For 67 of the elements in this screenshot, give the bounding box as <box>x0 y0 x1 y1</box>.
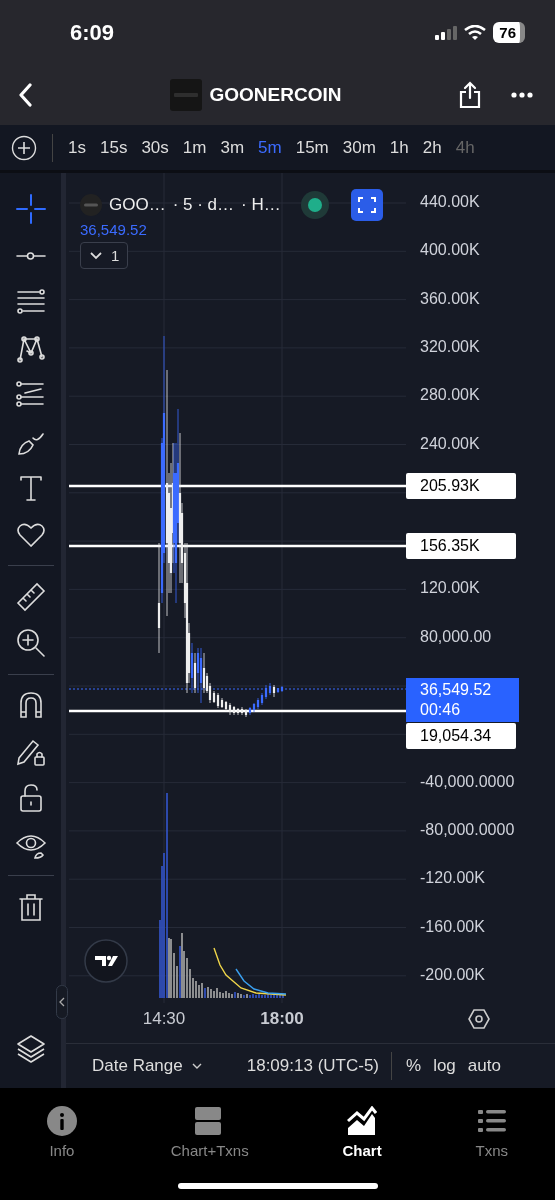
interval-tab[interactable]: 5m <box>251 137 289 158</box>
info-icon <box>46 1106 77 1136</box>
price-tick: 440.00K <box>420 193 480 211</box>
percent-toggle[interactable]: % <box>400 1056 428 1076</box>
chevron-down-icon <box>190 1062 203 1070</box>
interval-tab[interactable]: 1s <box>61 137 93 158</box>
signal-icon <box>435 25 458 40</box>
interval-tab[interactable]: 1h <box>382 137 416 158</box>
nav-tab[interactable]: Chart+Txns <box>160 1106 259 1159</box>
logo-badge <box>84 939 128 983</box>
price-tick: 400.00K <box>420 241 480 260</box>
price-line-label: 19,054.34 <box>406 723 516 749</box>
chart-icon <box>347 1106 378 1136</box>
interval-tab[interactable]: 1m <box>175 137 214 158</box>
back-icon[interactable] <box>18 83 32 107</box>
nav-tab[interactable]: Info <box>36 1106 87 1159</box>
fullscreen-button[interactable] <box>350 189 383 221</box>
ruler-icon[interactable] <box>14 580 47 613</box>
indicators-toggle[interactable]: 1 <box>80 242 129 269</box>
interval-tab[interactable]: 3m <box>213 137 252 158</box>
price-tick: 360.00K <box>420 289 480 308</box>
time-label: 18:00 <box>259 1009 305 1029</box>
interval-tab[interactable]: 15m <box>288 137 336 158</box>
auto-toggle[interactable]: auto <box>461 1056 507 1076</box>
wifi-icon <box>464 24 487 41</box>
last-price: 36,549.52 <box>80 221 147 238</box>
token-name: GOONERCOIN <box>209 84 342 106</box>
nav-tab[interactable]: Chart <box>332 1106 392 1159</box>
price-line-label: 205.93K <box>406 473 516 499</box>
interval-tab[interactable]: 15s <box>92 137 135 158</box>
price-tick: -160.00K <box>420 917 485 936</box>
share-icon[interactable] <box>459 81 481 109</box>
crosshair-icon[interactable] <box>14 193 47 225</box>
layers-icon[interactable] <box>14 1032 47 1064</box>
token-logo <box>80 194 102 216</box>
interval-tab[interactable]: 2h <box>415 137 449 158</box>
price-tick: 240.00K <box>420 434 480 453</box>
price-tick: -80,000.0000 <box>420 820 515 839</box>
interval-label: · 5 · d… <box>172 195 235 215</box>
price-tick: 80,000.00 <box>420 627 492 646</box>
price-tick: 320.00K <box>420 337 480 356</box>
price-tick: -200.00K <box>420 965 485 984</box>
clock: 6:09 <box>70 19 115 46</box>
timezone-clock[interactable]: 18:09:13 (UTC-5) <box>246 1056 379 1076</box>
nav-tab[interactable]: Txns <box>465 1106 519 1159</box>
add-icon[interactable] <box>11 134 37 161</box>
interval-tab[interactable]: 30s <box>134 137 176 158</box>
price-tick: 280.00K <box>420 386 480 405</box>
source-label: · H… <box>241 195 281 215</box>
price-line-label: 156.35K <box>406 533 516 559</box>
price-tick: 120.00K <box>420 579 480 598</box>
settings-icon[interactable] <box>467 1007 491 1031</box>
price-tick: -40,000.0000 <box>420 772 515 791</box>
date-range-dropdown[interactable]: Date Range <box>86 1056 209 1076</box>
current-price: 36,549.52 <box>420 680 493 700</box>
log-toggle[interactable]: log <box>427 1056 462 1076</box>
price-tick: -120.00K <box>420 869 485 888</box>
time-label: 14:30 <box>141 1009 187 1029</box>
collapse-handle[interactable] <box>56 985 68 1019</box>
bar-countdown: 00:46 <box>420 700 462 720</box>
more-icon[interactable] <box>511 92 533 98</box>
battery-indicator: 76 <box>493 22 525 43</box>
zoom-icon[interactable] <box>14 627 47 659</box>
symbol-label: GOO… <box>109 195 166 215</box>
interval-tab[interactable]: 30m <box>335 137 383 158</box>
chevron-down-icon <box>89 250 103 261</box>
token-logo <box>169 79 202 111</box>
